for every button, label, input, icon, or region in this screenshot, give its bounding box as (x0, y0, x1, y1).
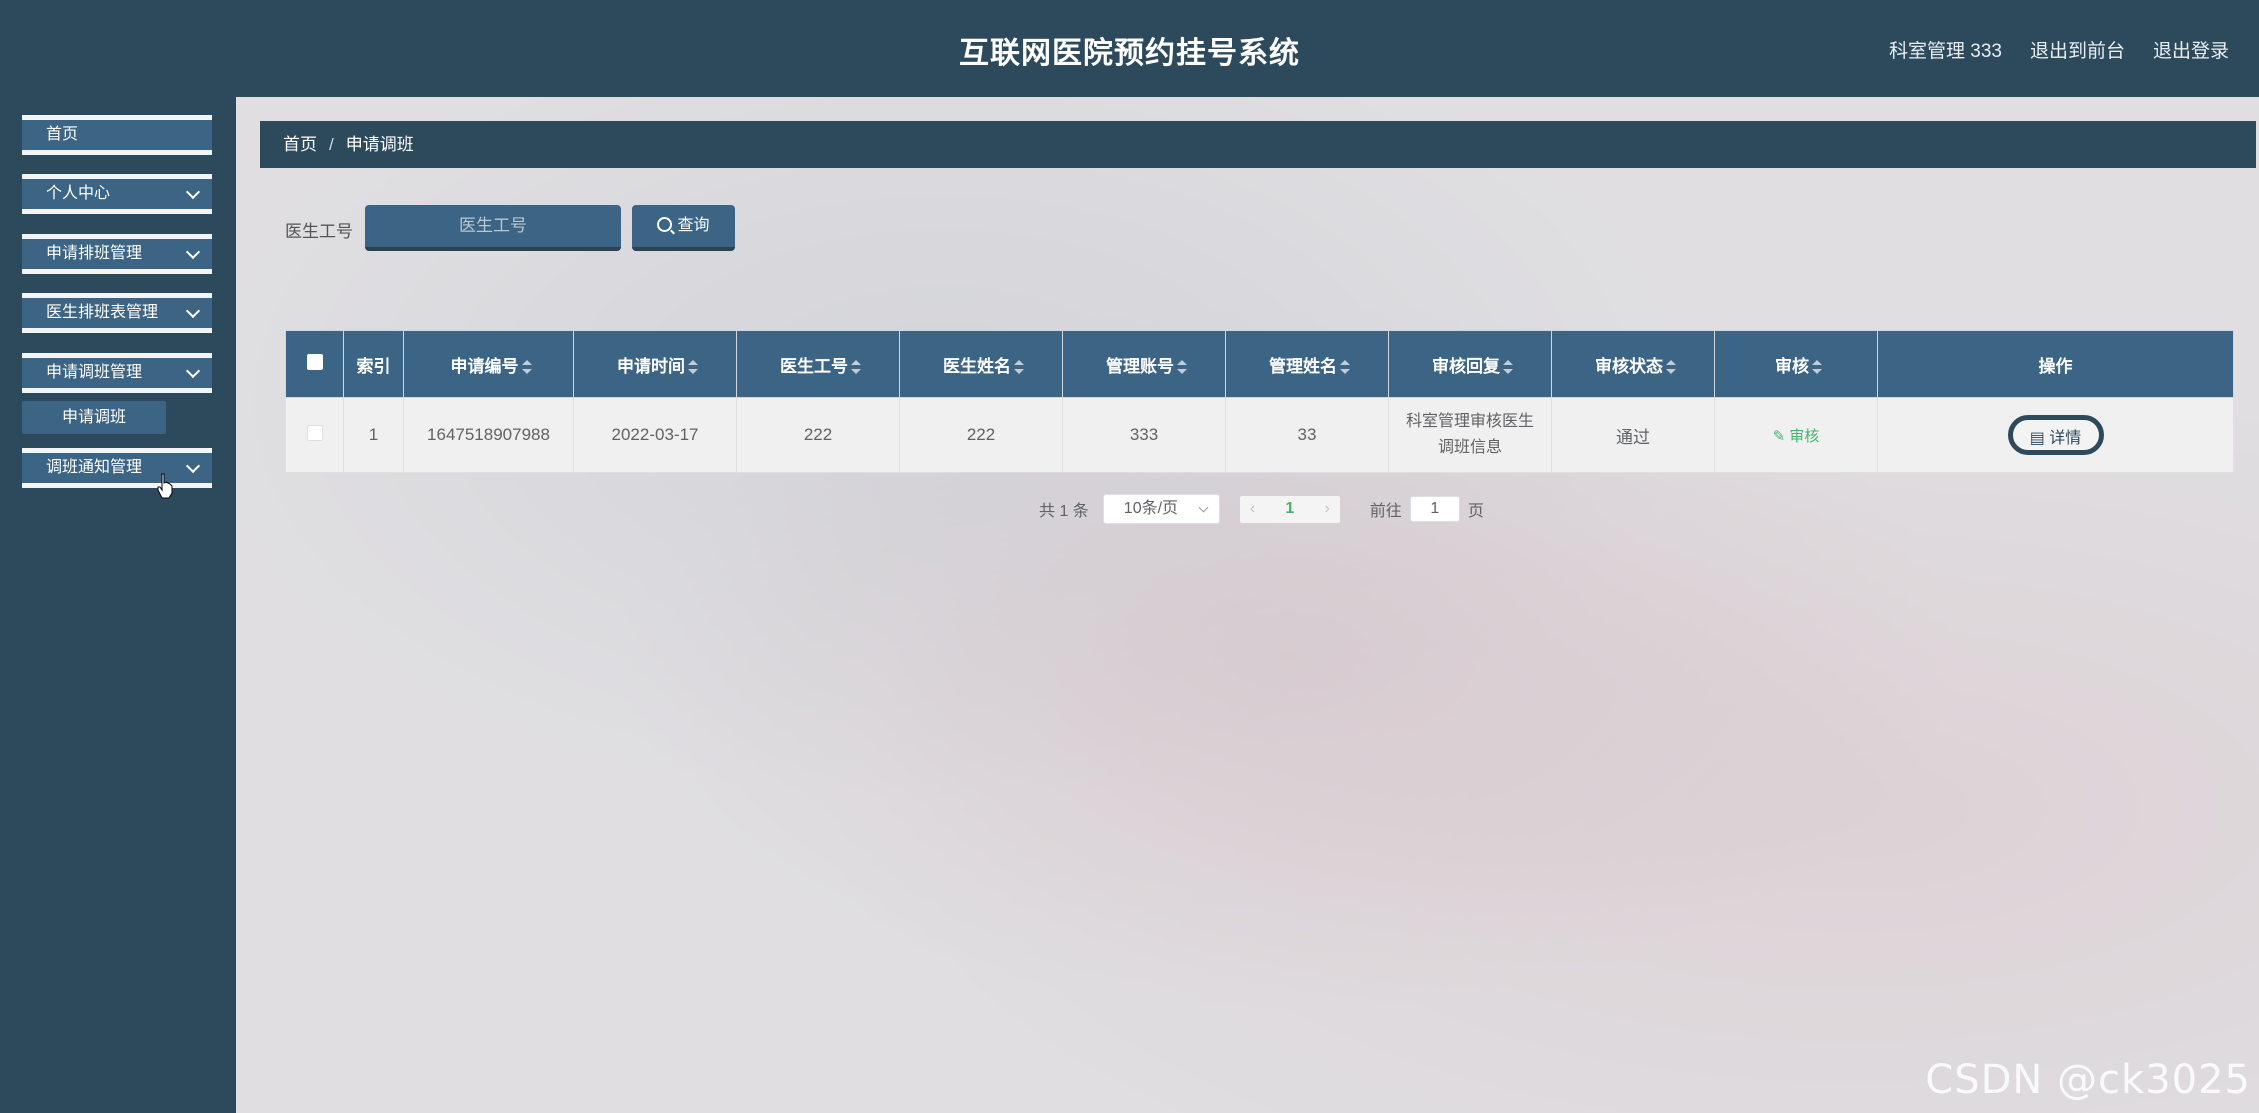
breadcrumb-current: 申请调班 (345, 135, 414, 154)
current-page-number[interactable]: 1 (1285, 500, 1294, 518)
goto-page-input[interactable]: 1 (1409, 496, 1460, 522)
sidebar-item-label: 首页 (46, 126, 79, 143)
search-label: 医生工号 (285, 222, 353, 241)
cell-index: 1 (343, 397, 404, 473)
column-header[interactable]: 申请编号 (403, 330, 574, 398)
column-header[interactable]: 审核回复 (1388, 330, 1552, 398)
audit-link[interactable]: ✎ 审核 (1773, 428, 1820, 445)
sidebar-item-label: 医生排班表管理 (46, 304, 159, 321)
row-select-cell[interactable] (285, 397, 344, 473)
next-page-icon[interactable]: › (1324, 500, 1329, 518)
column-header[interactable]: 管理姓名 (1225, 330, 1389, 398)
cell-doctor-name: 222 (899, 397, 1063, 473)
cell-doctor-no: 222 (736, 397, 900, 473)
sidebar-item-label: 个人中心 (46, 185, 111, 202)
chevron-down-icon (185, 303, 201, 319)
goto-suffix: 页 (1467, 503, 1484, 520)
document-icon: ▤ (2029, 430, 2050, 447)
sidebar-item-label: 申请排班管理 (46, 245, 143, 262)
cell-audit: ✎ 审核 (1714, 397, 1878, 473)
cell-admin-account: 333 (1062, 397, 1226, 473)
pagination: 共 1 条 10条/页 ‹ 1 › 前往 1 页 (1039, 494, 1484, 524)
edit-icon: ✎ (1772, 427, 1790, 445)
chevron-down-icon (185, 458, 201, 474)
hand-cursor-icon (157, 473, 173, 499)
header-actions: 科室管理 333 退出到前台 退出登录 (1889, 36, 2229, 63)
doctor-no-search-input[interactable] (365, 205, 621, 251)
pagination-total: 共 1 条 (1039, 503, 1089, 520)
column-header[interactable]: 医生姓名 (899, 330, 1063, 398)
sidebar: 首页 个人中心 申请排班管理 医生排班表管理 申请调班管理 申请调班 调班通知管… (0, 97, 236, 1113)
breadcrumb-home[interactable]: 首页 (283, 135, 317, 154)
column-header: 操作 (1877, 330, 2234, 398)
page-navigator: ‹ 1 › (1239, 495, 1340, 523)
sidebar-item-label: 申请调班管理 (46, 364, 143, 381)
column-header[interactable]: 医生工号 (736, 330, 900, 398)
top-header: 互联网医院预约挂号系统 科室管理 333 退出到前台 退出登录 (0, 0, 2259, 97)
sidebar-item-doctor-schedule[interactable]: 医生排班表管理 (22, 293, 212, 333)
select-all-cell[interactable] (285, 330, 344, 398)
chevron-down-icon (185, 363, 201, 379)
cell-apply-no: 1647518907988 (403, 397, 574, 473)
prev-page-icon[interactable]: ‹ (1250, 500, 1255, 518)
logout-link[interactable]: 退出登录 (2153, 36, 2229, 63)
column-header[interactable]: 管理账号 (1062, 330, 1226, 398)
table-row: 1 1647518907988 2022-03-17 222 222 333 3… (285, 397, 2234, 473)
cell-reply: 科室管理审核医生调班信息 (1388, 397, 1552, 473)
sidebar-item-schedule-apply[interactable]: 申请排班管理 (22, 234, 212, 274)
cell-status: 通过 (1551, 397, 1715, 473)
watermark: CSDN @ck3025 (1925, 1057, 2251, 1103)
sidebar-item-shift-change-apply[interactable]: 申请调班管理 (22, 353, 212, 393)
column-header[interactable]: 审核 (1714, 330, 1878, 398)
cell-actions: ▤ 详情 (1877, 397, 2234, 473)
table-header-row: 索引 申请编号 申请时间 医生工号 医生姓名 管理账号 管理姓名 审核回复 审核… (285, 330, 2234, 398)
sidebar-item-label: 调班通知管理 (46, 459, 143, 476)
column-header: 索引 (343, 330, 404, 398)
chevron-down-icon (185, 184, 201, 200)
goto-label: 前往 (1369, 503, 1402, 520)
chevron-down-icon (185, 244, 201, 260)
column-header[interactable]: 申请时间 (573, 330, 737, 398)
detail-button[interactable]: ▤ 详情 (2007, 415, 2104, 455)
query-button-label: 查询 (677, 217, 710, 234)
back-to-front-link[interactable]: 退出到前台 (2030, 36, 2125, 63)
sidebar-item-home[interactable]: 首页 (22, 115, 212, 155)
sidebar-item-personal-center[interactable]: 个人中心 (22, 174, 212, 214)
cell-apply-time: 2022-03-17 (573, 397, 737, 473)
breadcrumb: 首页 / 申请调班 (260, 121, 2256, 168)
breadcrumb-separator: / (329, 135, 334, 154)
search-icon (657, 217, 673, 232)
main-content: 首页 / 申请调班 医生工号 查询 索引 申请编号 申请时间 医生工号 医生姓名 管… (236, 97, 2259, 1113)
data-table: 索引 申请编号 申请时间 医生工号 医生姓名 管理账号 管理姓名 审核回复 审核… (285, 330, 2234, 473)
current-user: 科室管理 333 (1888, 41, 2002, 62)
cell-admin-name: 33 (1225, 397, 1389, 473)
select-all-checkbox[interactable] (306, 353, 323, 370)
row-checkbox[interactable] (306, 424, 323, 441)
submenu-item-shift-change[interactable]: 申请调班 (22, 401, 166, 434)
query-button[interactable]: 查询 (632, 205, 735, 251)
page-size-select[interactable]: 10条/页 (1102, 494, 1220, 524)
column-header[interactable]: 审核状态 (1551, 330, 1715, 398)
sidebar-item-shift-notice[interactable]: 调班通知管理 (22, 448, 212, 488)
